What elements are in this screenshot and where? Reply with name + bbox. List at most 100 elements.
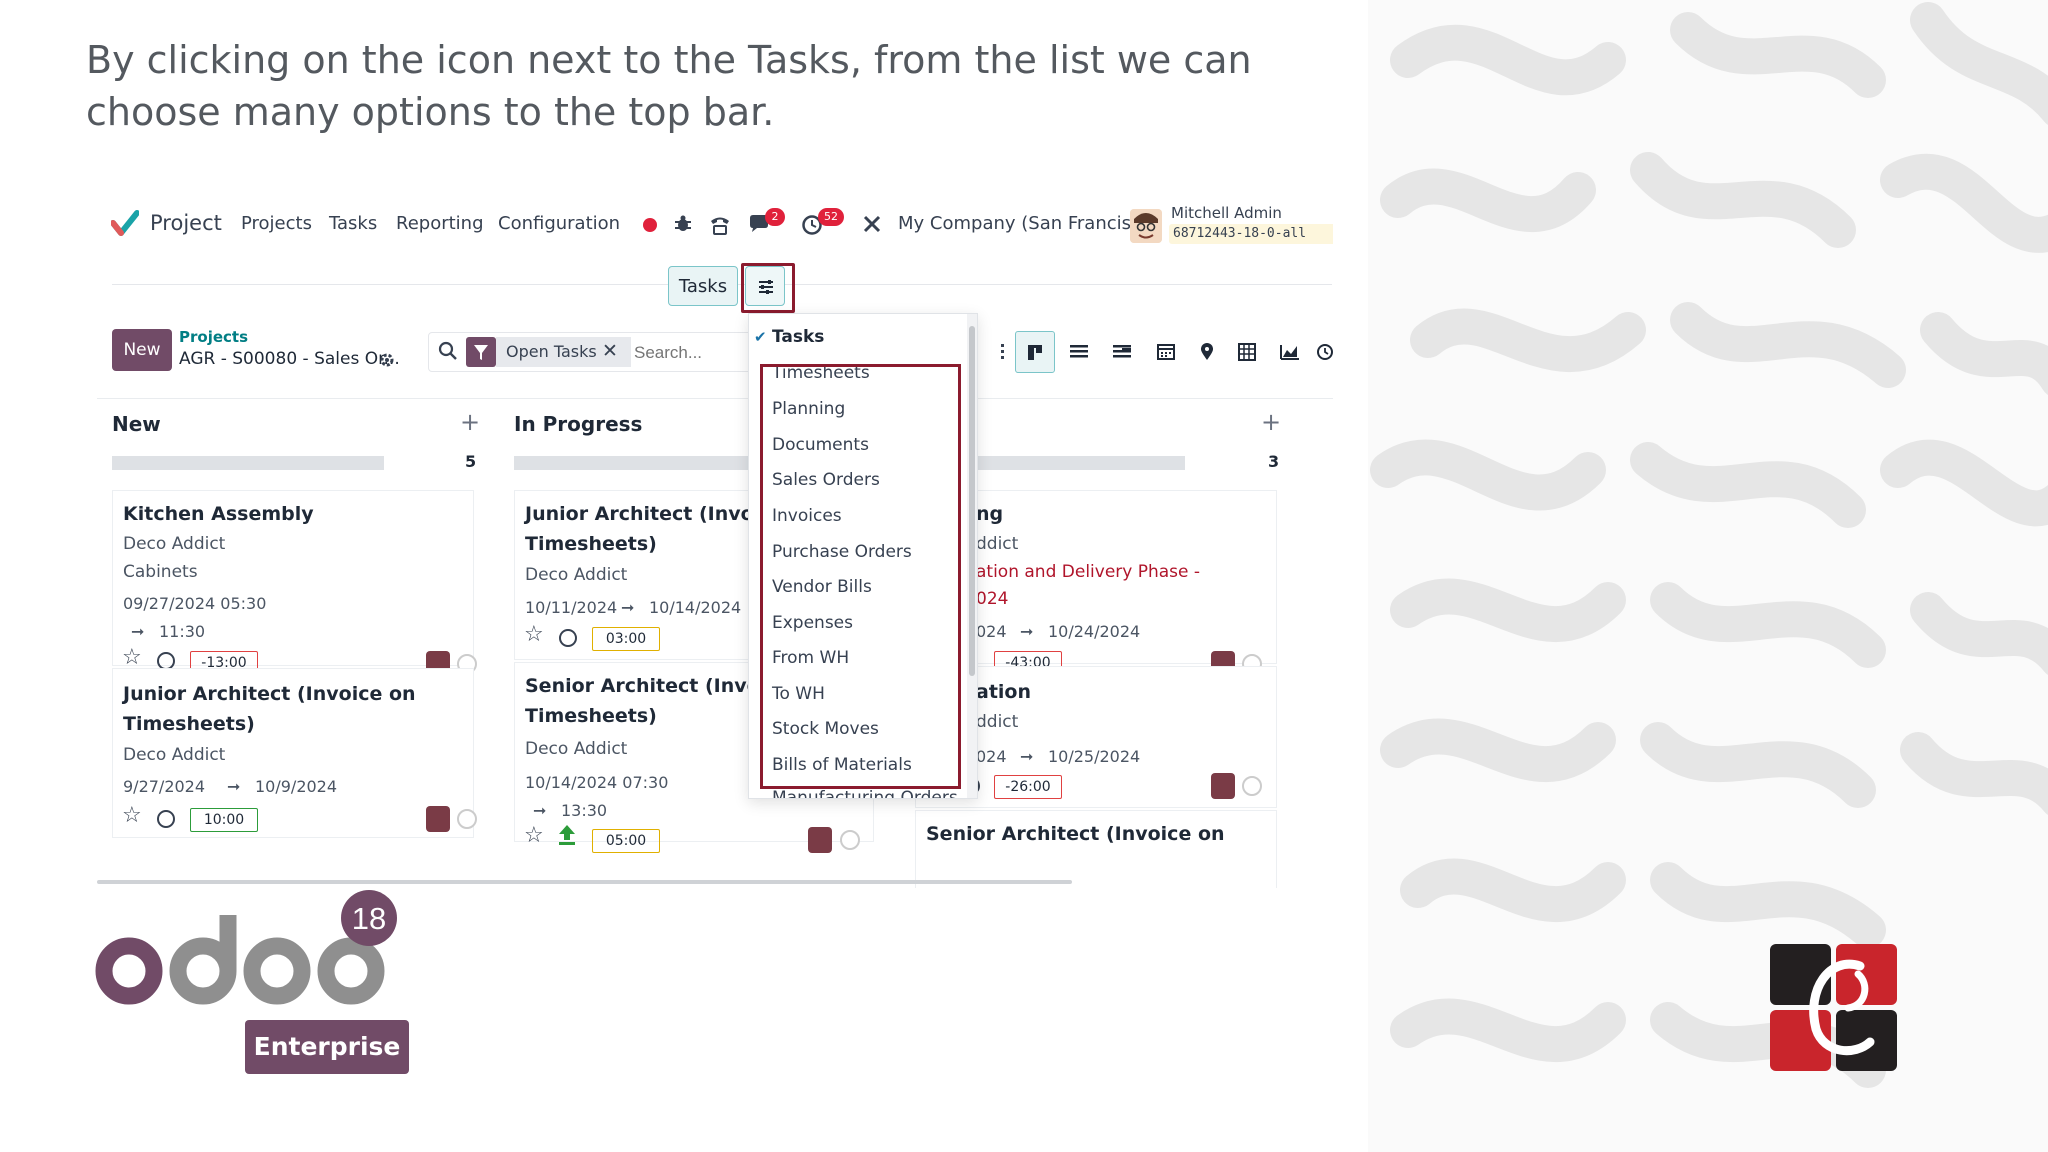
- slide-caption: By clicking on the icon next to the Task…: [86, 38, 1252, 134]
- graph-view-icon[interactable]: [1270, 331, 1310, 373]
- kanban-view-icon[interactable]: [1015, 331, 1055, 373]
- activity-view-icon[interactable]: [1314, 331, 1333, 373]
- odoo-wordmark: 18: [95, 890, 397, 1005]
- card-date-start: 9/27/2024: [123, 777, 206, 796]
- kanban-card[interactable]: Junior Architect (Invoice on Timesheets)…: [112, 668, 477, 838]
- column-title-new[interactable]: New: [112, 412, 161, 436]
- menu-configuration[interactable]: Configuration: [498, 213, 620, 234]
- facet-label: Open Tasks: [506, 342, 597, 361]
- menu-tasks[interactable]: Tasks: [329, 213, 377, 234]
- horizontal-scrollbar[interactable]: [97, 880, 1072, 884]
- card-date-start: 024: [976, 747, 1007, 766]
- card-title: Kitchen Assembly: [123, 503, 314, 525]
- card-customer: ddict: [976, 712, 1019, 732]
- card-customer: Deco Addict: [525, 739, 628, 759]
- dropdown-scroll-thumb[interactable]: [969, 326, 975, 676]
- card-date-end: 11:30: [159, 622, 206, 641]
- remove-facet-icon[interactable]: ✕: [602, 340, 618, 362]
- column-count: 5: [465, 452, 477, 471]
- star-icon[interactable]: ☆: [524, 823, 544, 848]
- card-customer: ddict: [976, 534, 1019, 554]
- column-progress-bar[interactable]: [112, 456, 384, 470]
- config-button-highlight: [741, 263, 795, 313]
- card-arrow: ➞: [1020, 747, 1034, 766]
- card-tag: Cabinets: [123, 562, 198, 582]
- card-date-end: 10/14/2024: [649, 598, 742, 617]
- card-date-end: 10/24/2024: [1048, 622, 1141, 641]
- card-milestone: ation and Delivery Phase -: [976, 562, 1201, 582]
- upload-icon[interactable]: [557, 823, 577, 847]
- search-icon[interactable]: [438, 341, 458, 361]
- tools-icon[interactable]: [862, 214, 882, 234]
- card-title: ation: [976, 681, 1031, 703]
- card-customer: Deco Addict: [123, 745, 226, 765]
- dropdown-item-manufacturing-orders[interactable]: Manufacturing Orders: [772, 788, 958, 798]
- pivot-view-icon[interactable]: [1227, 331, 1267, 373]
- view-partial-icon[interactable]: [999, 331, 1013, 373]
- user-avatar[interactable]: [1130, 209, 1162, 243]
- list-view-icon[interactable]: [1059, 331, 1099, 373]
- allocated-hours: 03:00: [592, 627, 660, 651]
- column-progress-bar[interactable]: [514, 456, 754, 470]
- card-date-start: 10/14/2024 07:30: [525, 773, 669, 792]
- project-app-icon[interactable]: [111, 209, 139, 237]
- control-panel-divider: [97, 398, 1333, 399]
- squiggle-pattern: [1370, 2, 2048, 1088]
- calendar-view-icon[interactable]: [1146, 331, 1186, 373]
- new-button[interactable]: New: [112, 329, 172, 371]
- allocated-hours: -26:00: [994, 775, 1062, 799]
- card-title-line2: Timesheets): [123, 713, 255, 735]
- top-navbar: Project Projects Tasks Reporting Configu…: [97, 190, 1333, 262]
- company-switcher[interactable]: My Company (San Francisco): [898, 213, 1159, 234]
- record-icon[interactable]: [643, 218, 657, 232]
- activity-badge: 52: [818, 208, 844, 226]
- filter-icon: [466, 337, 496, 367]
- allocated-hours: 05:00: [592, 829, 660, 853]
- column-title-in-progress[interactable]: In Progress: [514, 412, 642, 436]
- kanban-card[interactable]: Kitchen Assembly Deco Addict Cabinets 09…: [112, 490, 477, 677]
- card-arrow: ➞: [621, 598, 635, 617]
- column-add-icon[interactable]: +: [460, 408, 480, 436]
- kanban-card[interactable]: Senior Architect (Invoice on: [915, 810, 1277, 888]
- user-name[interactable]: Mitchell Admin: [1171, 204, 1282, 222]
- star-icon[interactable]: ☆: [122, 803, 142, 828]
- card-arrow: ➞: [1020, 622, 1034, 641]
- search-input[interactable]: [632, 340, 756, 366]
- card-date-start: 024: [976, 622, 1007, 641]
- activity-icon[interactable]: [157, 810, 175, 828]
- assignee-avatar[interactable]: [808, 827, 832, 853]
- database-name: 68712443-18-0-all: [1169, 224, 1333, 244]
- breadcrumb-projects[interactable]: Projects: [179, 328, 248, 346]
- phone-icon[interactable]: [709, 214, 731, 236]
- column-progress-bar[interactable]: [977, 456, 1185, 470]
- card-title: Senior Architect (Invoice on: [926, 823, 1225, 845]
- card-arrow: ➞: [227, 777, 241, 796]
- map-view-icon[interactable]: [1187, 331, 1227, 373]
- dropdown-item-tasks[interactable]: Tasks: [772, 327, 824, 347]
- assignee-avatar[interactable]: [1211, 773, 1235, 799]
- assignee-avatar[interactable]: [426, 806, 450, 832]
- star-icon[interactable]: ☆: [524, 622, 544, 647]
- menu-projects[interactable]: Projects: [241, 213, 312, 234]
- tasks-view-button[interactable]: Tasks: [668, 266, 738, 306]
- user-face-icon: [1130, 209, 1162, 243]
- card-title-line2: Timesheets): [525, 705, 657, 727]
- column-add-icon[interactable]: +: [1261, 408, 1281, 436]
- star-icon[interactable]: ☆: [122, 645, 142, 670]
- gantt-view-icon[interactable]: [1102, 331, 1142, 373]
- menu-reporting[interactable]: Reporting: [396, 213, 484, 234]
- dropdown-scrollbar[interactable]: [967, 314, 977, 798]
- status-dot[interactable]: [1242, 776, 1262, 796]
- activity-icon[interactable]: [559, 629, 577, 647]
- gear-icon[interactable]: [379, 352, 395, 368]
- status-dot[interactable]: [840, 830, 860, 850]
- options-list-highlight: [760, 364, 961, 789]
- app-name[interactable]: Project: [150, 211, 222, 235]
- status-dot[interactable]: [457, 809, 477, 829]
- company-logo-mark: [1770, 944, 1897, 1071]
- company-logo: [1770, 944, 1897, 1071]
- card-title: ng: [976, 503, 1004, 525]
- card-date-end: 13:30: [561, 801, 608, 820]
- bug-icon[interactable]: [673, 214, 693, 234]
- card-customer: Deco Addict: [525, 565, 628, 585]
